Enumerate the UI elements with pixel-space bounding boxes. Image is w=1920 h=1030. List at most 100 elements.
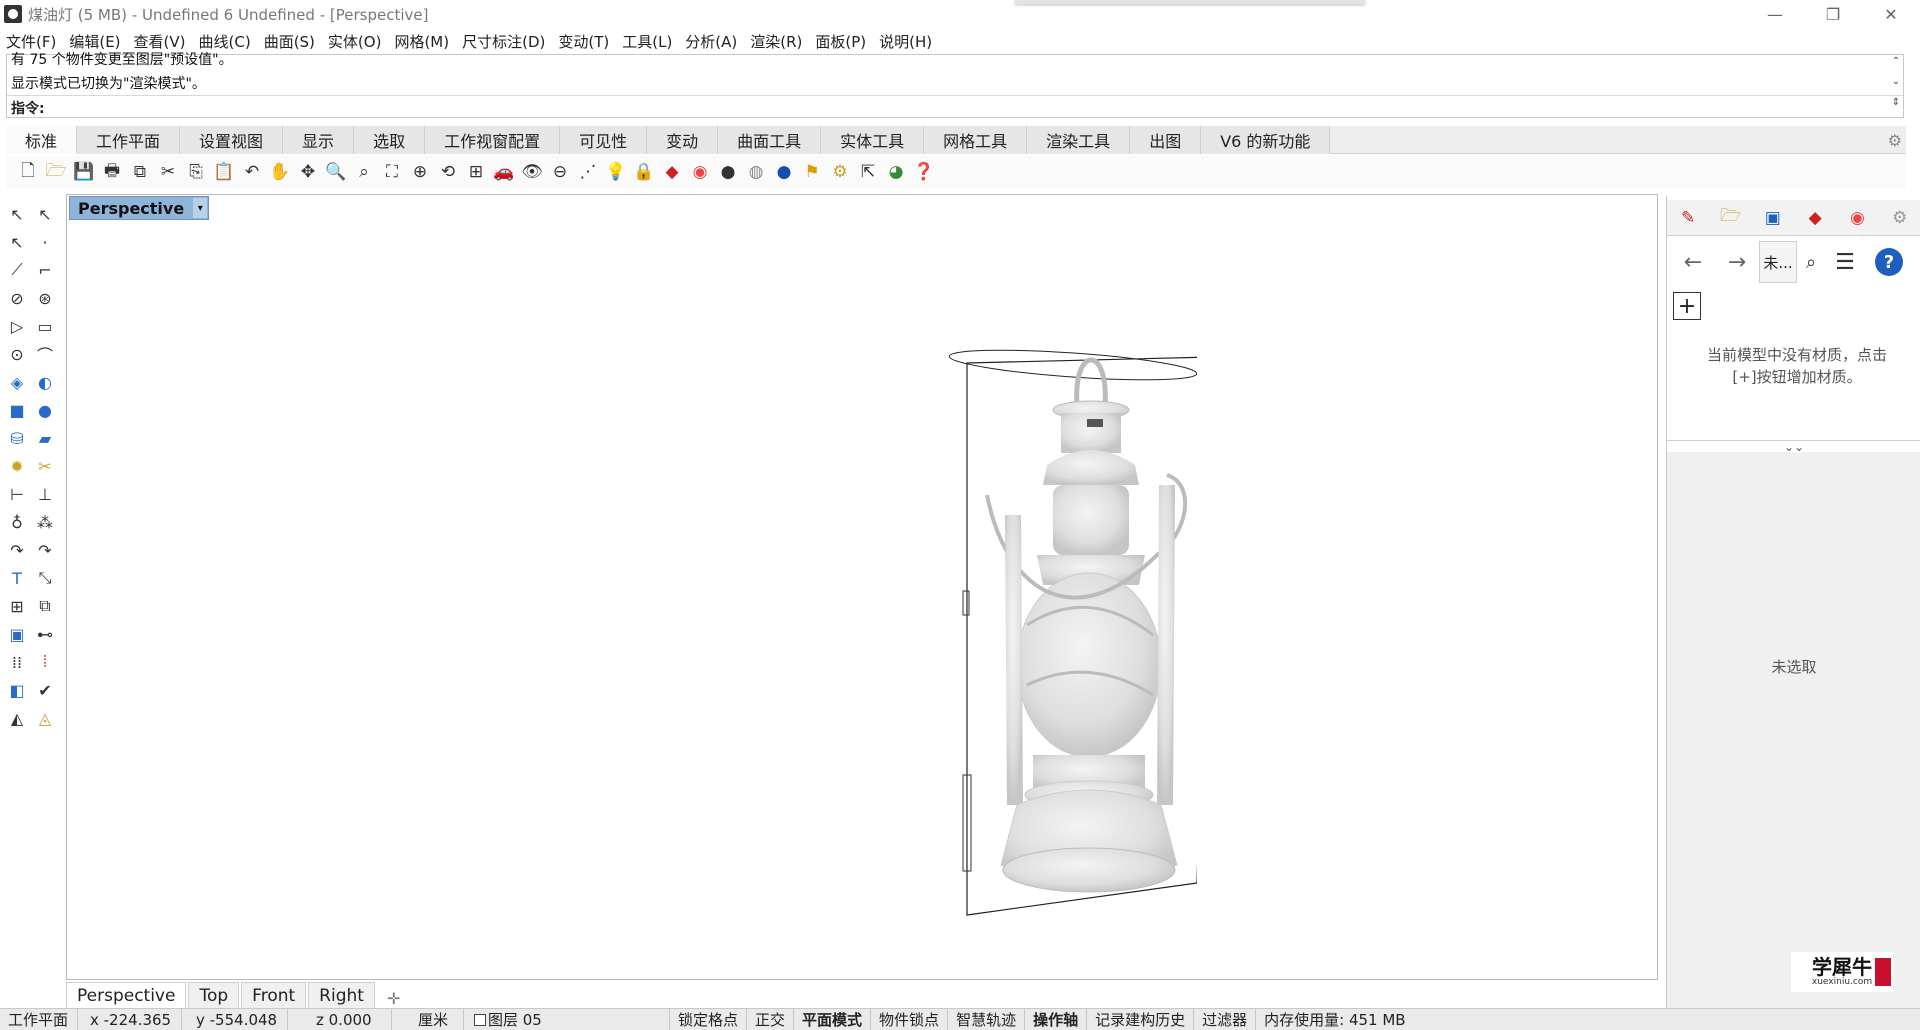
help-icon[interactable]: ? — [1875, 248, 1903, 276]
menu-panels[interactable]: 面板(P) — [815, 31, 866, 52]
prompt-spinner-icon[interactable]: ⇕ — [1889, 98, 1903, 108]
panel-settings-icon[interactable]: ⚙ — [1879, 201, 1920, 235]
menu-help[interactable]: 说明(H) — [879, 31, 932, 52]
scroll-down-icon[interactable]: ⌄ — [1889, 77, 1903, 87]
osnap-toggle[interactable]: 物件锁点 — [871, 1008, 949, 1030]
properties-icon[interactable]: ✎ — [1667, 201, 1709, 235]
camera-icon[interactable]: 👁 — [518, 158, 546, 186]
tab-right[interactable]: Right — [308, 982, 375, 1008]
solid-box-icon[interactable]: ▣ — [3, 621, 31, 647]
viewport-title[interactable]: Perspective ▾ — [69, 196, 210, 220]
restore-button[interactable]: ❐ — [1804, 0, 1862, 28]
extrude-surface-icon[interactable]: ◐ — [31, 369, 59, 395]
layers-folder-icon[interactable]: 🗁 — [1709, 201, 1751, 235]
check-icon[interactable]: ✔ — [31, 677, 59, 703]
grid-snap-toggle[interactable]: 锁定格点 — [670, 1008, 748, 1030]
display-icon[interactable]: ▣ — [1752, 201, 1794, 235]
group-icon[interactable]: ⁂ — [31, 509, 59, 535]
materials-icon[interactable]: ◆ — [1794, 201, 1836, 235]
copy-icon[interactable]: ⎘ — [182, 158, 210, 186]
dimension-icon[interactable]: ⤡ — [31, 565, 59, 591]
circle-icon[interactable]: ⊘ — [3, 285, 31, 311]
polyline-icon[interactable]: ⟋ — [3, 257, 31, 283]
command-prompt-row[interactable]: 指令: ⇕ — [7, 95, 1903, 117]
ruler-icon[interactable]: ⊷ — [31, 621, 59, 647]
rhino-app-icon[interactable] — [4, 5, 22, 23]
print-icon[interactable]: 🖶 — [98, 158, 126, 186]
planar-toggle[interactable]: 平面模式 — [794, 1008, 872, 1030]
color-wheel-icon[interactable]: ◉ — [686, 158, 714, 186]
command-history[interactable]: 有 75 个物件变更至图层"预设值"。 显示模式已切换为"渲染模式"。 ⌃ ⌄ … — [6, 52, 1904, 118]
solid-edit-icon[interactable]: ◭ — [3, 705, 31, 731]
lantern-model[interactable] — [877, 335, 1197, 935]
menu-transform[interactable]: 变动(T) — [558, 31, 609, 52]
material-filter[interactable]: 未... — [1759, 241, 1797, 283]
paste-icon[interactable]: 📋 — [210, 158, 238, 186]
zoom-extents-icon[interactable]: ⛶ — [378, 158, 406, 186]
analyze-icon[interactable]: ◧ — [3, 677, 31, 703]
save-icon[interactable]: 💾 — [70, 158, 98, 186]
material-icon[interactable]: ◆ — [658, 158, 686, 186]
gear-icon[interactable]: ⚙ — [1888, 131, 1902, 150]
curve-cv-icon[interactable]: ⌐ — [31, 257, 59, 283]
tab-front[interactable]: Front — [241, 982, 307, 1008]
snap-icon[interactable]: ⋰ — [574, 158, 602, 186]
cut-icon[interactable]: ✂ — [154, 158, 182, 186]
menu-tools[interactable]: 工具(L) — [622, 31, 672, 52]
point-icon[interactable]: · — [31, 229, 59, 255]
text-icon[interactable]: T — [3, 565, 31, 591]
join-icon[interactable]: ⊢ — [3, 481, 31, 507]
close-button[interactable]: ✕ — [1862, 0, 1920, 28]
fillet-icon[interactable]: ♁ — [3, 509, 31, 535]
tab-set-view[interactable]: 设置视图 — [180, 126, 284, 154]
offset-icon[interactable]: ↷ — [3, 537, 31, 563]
add-material-button[interactable]: + — [1673, 292, 1701, 320]
gumball-toggle[interactable]: 操作轴 — [1025, 1008, 1088, 1030]
undo-icon[interactable]: ↶ — [238, 158, 266, 186]
settings-gear-icon[interactable]: ⚙ — [826, 158, 854, 186]
trim-icon[interactable]: ✂ — [31, 453, 59, 479]
layer-indicator[interactable]: 图层 05 — [464, 1008, 670, 1030]
tab-visibility[interactable]: 可见性 — [560, 126, 648, 154]
minimize-button[interactable]: — — [1746, 0, 1804, 28]
boolean-icon[interactable]: ● — [31, 397, 59, 423]
surface-icon[interactable]: ◈ — [3, 369, 31, 395]
new-file-icon[interactable]: 🗋 — [14, 158, 42, 186]
zoom-selected-icon[interactable]: ⊕ — [406, 158, 434, 186]
mirror-icon[interactable]: ⧉ — [31, 593, 59, 619]
tab-solid-tools[interactable]: 实体工具 — [821, 126, 925, 154]
cylinder-icon[interactable]: ⛁ — [3, 425, 31, 451]
split-icon[interactable]: ⊥ — [31, 481, 59, 507]
tab-drafting[interactable]: 出图 — [1130, 126, 1202, 154]
array-icon[interactable]: ⊞ — [3, 593, 31, 619]
points-on-icon[interactable]: ⦙ — [31, 649, 59, 675]
scroll-up-icon[interactable]: ⌃ — [1889, 57, 1903, 67]
export-icon[interactable]: ⧉ — [126, 158, 154, 186]
back-arrow-icon[interactable]: ← — [1671, 242, 1715, 282]
menu-render[interactable]: 渲染(R) — [750, 31, 802, 52]
move-view-icon[interactable]: ✥ — [294, 158, 322, 186]
add-viewport-icon[interactable]: ✛ — [377, 989, 410, 1008]
car-icon[interactable]: 🚗 — [490, 158, 518, 186]
record-history-toggle[interactable]: 记录建构历史 — [1087, 1008, 1195, 1030]
menu-icon[interactable]: ☰ — [1825, 242, 1865, 282]
ortho-toggle[interactable]: 正交 — [747, 1008, 795, 1030]
blue-sphere-icon[interactable]: ● — [770, 158, 798, 186]
smart-track-toggle[interactable]: 智慧轨迹 — [948, 1008, 1026, 1030]
zoom-window-icon[interactable]: ⌕ — [350, 158, 378, 186]
globe-icon[interactable]: ◕ — [882, 158, 910, 186]
tab-render-tools[interactable]: 渲染工具 — [1027, 126, 1131, 154]
select-arrow-icon[interactable]: ↖ — [3, 201, 31, 227]
menu-mesh[interactable]: 网格(M) — [394, 31, 449, 52]
zoom-icon[interactable]: 🔍 — [322, 158, 350, 186]
menu-surface[interactable]: 曲面(S) — [264, 31, 315, 52]
tab-v6-new[interactable]: V6 的新功能 — [1201, 126, 1331, 154]
open-file-icon[interactable]: 🗁 — [42, 158, 70, 186]
select-arrow-icon[interactable]: ↖ — [3, 229, 31, 255]
rotate-view-icon[interactable]: ⟲ — [434, 158, 462, 186]
render-icon[interactable]: ◬ — [31, 705, 59, 731]
sphere-icon[interactable]: ● — [714, 158, 742, 186]
cplane-label[interactable]: 工作平面 — [0, 1008, 78, 1030]
tab-display[interactable]: 显示 — [283, 126, 355, 154]
polygon-icon[interactable]: ▷ — [3, 313, 31, 339]
